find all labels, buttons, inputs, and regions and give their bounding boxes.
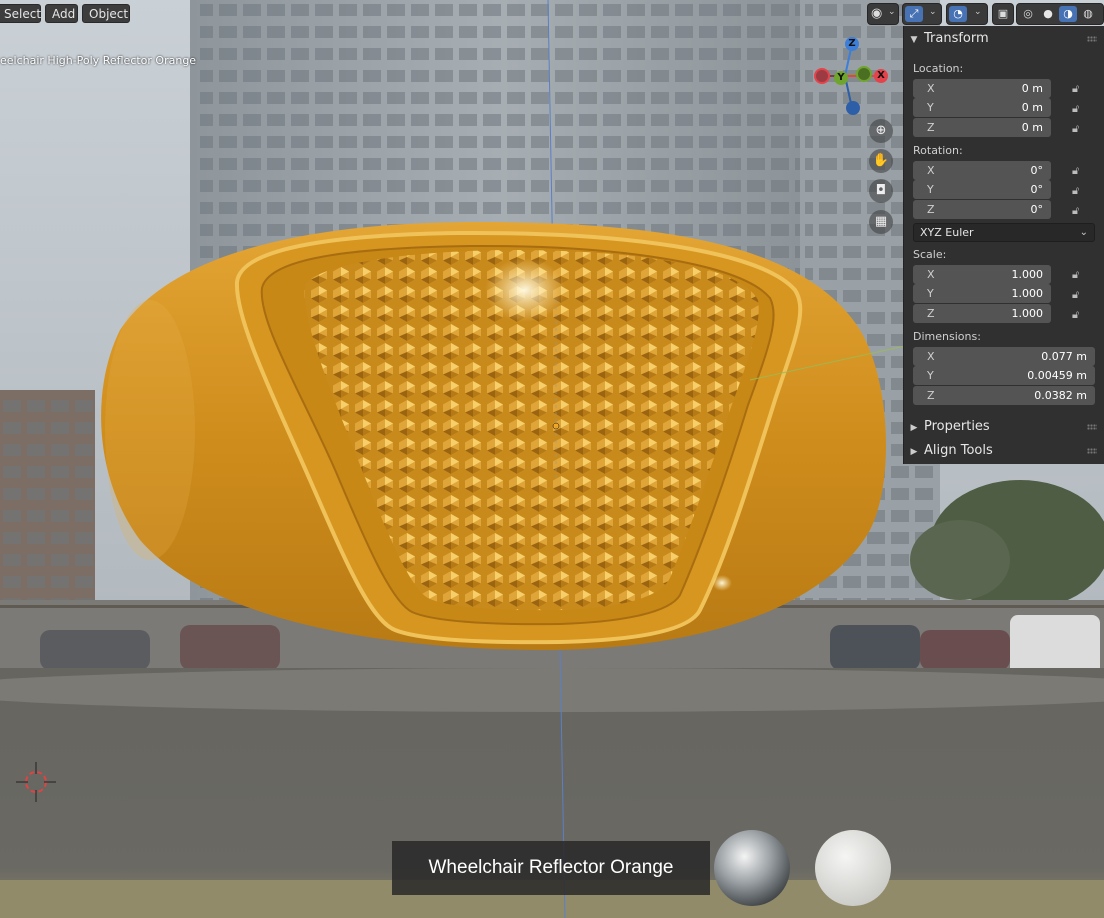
rotation-z-field[interactable]: Z 0° bbox=[913, 200, 1051, 219]
sidebar-n-panel: ▼ Transform Location: X 0 m Y 0 m Z 0 m 🔓︎ 🔓… bbox=[903, 26, 1104, 464]
collapsed-triangle-icon: ▶ bbox=[910, 423, 918, 433]
zoom-icon[interactable]: ⊕ bbox=[869, 119, 893, 143]
transform-title: Transform bbox=[924, 31, 989, 46]
material-preview-shading-icon[interactable]: ◑ bbox=[1059, 6, 1077, 22]
axis-label: X bbox=[927, 268, 935, 281]
align-tools-title: Align Tools bbox=[924, 443, 993, 458]
solid-shading-icon[interactable]: ● bbox=[1039, 6, 1057, 22]
axis-label: Y bbox=[927, 183, 934, 196]
field-value: 0 m bbox=[1021, 121, 1043, 134]
select-menu[interactable]: Select bbox=[0, 4, 41, 23]
axis-label: Z bbox=[927, 203, 935, 216]
location-z-field[interactable]: Z 0 m bbox=[913, 118, 1051, 137]
field-value: 0.0382 m bbox=[1034, 389, 1087, 402]
material-title-overlay: Wheelchair Reflector Orange bbox=[392, 841, 710, 895]
location-y-field[interactable]: Y 0 m bbox=[913, 98, 1051, 117]
xray-icon[interactable]: ▣ bbox=[994, 6, 1012, 22]
lock-icon[interactable]: 🔓︎ bbox=[1072, 288, 1086, 302]
dimensions-z-field[interactable]: Z 0.0382 m bbox=[913, 386, 1095, 405]
axis-label: Z bbox=[927, 307, 935, 320]
lock-icon[interactable]: 🔓︎ bbox=[1072, 204, 1086, 218]
drag-grip-icon[interactable] bbox=[1087, 424, 1097, 430]
rotation-y-field[interactable]: Y 0° bbox=[913, 180, 1051, 199]
field-value: 1.000 bbox=[1011, 268, 1044, 281]
rotation-mode-value: XYZ Euler bbox=[920, 226, 974, 239]
gizmo-z-axis[interactable]: Z bbox=[845, 37, 859, 51]
axis-label: X bbox=[927, 164, 935, 177]
rotation-x-field[interactable]: X 0° bbox=[913, 161, 1051, 180]
rotation-label: Rotation: bbox=[913, 144, 963, 157]
chevron-down-icon[interactable]: ⌄ bbox=[974, 7, 982, 17]
field-value: 0° bbox=[1030, 203, 1044, 216]
gizmo-y-axis[interactable]: Y bbox=[834, 71, 848, 85]
xray-toggle[interactable]: ▣ bbox=[992, 3, 1014, 25]
drag-grip-icon[interactable] bbox=[1087, 36, 1097, 42]
lock-icon[interactable]: 🔓︎ bbox=[1072, 268, 1086, 282]
shading-mode-group[interactable]: ◎ ● ◑ ◍ bbox=[1016, 3, 1104, 25]
field-value: 1.000 bbox=[1011, 287, 1044, 300]
hdri-chrome-sphere bbox=[714, 830, 790, 906]
navigation-gizmo[interactable]: Z Y X bbox=[808, 34, 898, 120]
axis-label: Y bbox=[927, 287, 934, 300]
dimensions-y-field[interactable]: Y 0.00459 m bbox=[913, 366, 1095, 385]
eye-icon: ◉ bbox=[871, 6, 883, 21]
scale-y-field[interactable]: Y 1.000 bbox=[913, 284, 1051, 303]
location-label: Location: bbox=[913, 62, 964, 75]
overlays-toggle-group[interactable]: ◔ ⌄ bbox=[946, 3, 988, 25]
lock-icon[interactable]: 🔓︎ bbox=[1072, 122, 1086, 136]
field-value: 0° bbox=[1030, 164, 1044, 177]
field-value: 0.077 m bbox=[1041, 350, 1087, 363]
object-menu[interactable]: Object bbox=[82, 4, 130, 23]
field-value: 0.00459 m bbox=[1027, 369, 1087, 382]
location-x-field[interactable]: X 0 m bbox=[913, 79, 1051, 98]
expanded-triangle-icon: ▼ bbox=[910, 35, 918, 45]
field-value: 1.000 bbox=[1011, 307, 1044, 320]
align-tools-panel-header[interactable]: ▶ Align Tools bbox=[904, 439, 1104, 463]
overlays-icon[interactable]: ◔ bbox=[949, 6, 967, 22]
axis-label: Z bbox=[927, 121, 935, 134]
chevron-down-icon: ⌄ bbox=[888, 7, 896, 17]
lock-icon[interactable]: 🔓︎ bbox=[1072, 308, 1086, 322]
field-value: 0 m bbox=[1021, 101, 1043, 114]
hdri-diffuse-sphere bbox=[815, 830, 891, 906]
gizmo-x-axis[interactable]: X bbox=[874, 69, 888, 83]
collapsed-triangle-icon: ▶ bbox=[910, 447, 918, 457]
object-name-overlay: eelchair High-Poly Reflector Orange bbox=[0, 54, 197, 67]
camera-icon[interactable]: ◘ bbox=[869, 179, 893, 203]
properties-title: Properties bbox=[924, 419, 990, 434]
axis-label: Y bbox=[927, 369, 934, 382]
lock-icon[interactable]: 🔓︎ bbox=[1072, 164, 1086, 178]
properties-panel-header[interactable]: ▶ Properties bbox=[904, 415, 1104, 439]
axis-label: X bbox=[927, 82, 935, 95]
reflector-object bbox=[101, 222, 887, 650]
scale-x-field[interactable]: X 1.000 bbox=[913, 265, 1051, 284]
lock-icon[interactable]: 🔓︎ bbox=[1072, 102, 1086, 116]
dimensions-label: Dimensions: bbox=[913, 330, 981, 343]
axis-label: Y bbox=[927, 101, 934, 114]
scale-label: Scale: bbox=[913, 248, 947, 261]
hand-pan-icon[interactable]: ✋ bbox=[869, 149, 893, 173]
rendered-shading-icon[interactable]: ◍ bbox=[1079, 6, 1097, 22]
perspective-grid-icon[interactable]: ▦ bbox=[869, 210, 893, 234]
gizmo-toggle-group[interactable]: ⤢ ⌄ bbox=[902, 3, 942, 25]
add-menu[interactable]: Add bbox=[45, 4, 78, 23]
chevron-down-icon[interactable]: ⌄ bbox=[929, 7, 937, 17]
field-value: 0° bbox=[1030, 183, 1044, 196]
lock-icon[interactable]: 🔓︎ bbox=[1072, 82, 1086, 96]
transform-panel-header[interactable]: ▼ Transform bbox=[904, 27, 1104, 51]
3d-viewport[interactable]: Select Add Object eelchair High-Poly Ref… bbox=[0, 0, 1104, 918]
gizmo-icon[interactable]: ⤢ bbox=[905, 6, 923, 22]
visibility-toggle[interactable]: ◉ ⌄ bbox=[867, 3, 899, 25]
dimensions-x-field[interactable]: X 0.077 m bbox=[913, 347, 1095, 366]
axis-label: Z bbox=[927, 389, 935, 402]
axis-label: X bbox=[927, 350, 935, 363]
lock-icon[interactable]: 🔓︎ bbox=[1072, 184, 1086, 198]
chevron-down-icon: ⌄ bbox=[1079, 227, 1088, 238]
drag-grip-icon[interactable] bbox=[1087, 448, 1097, 454]
field-value: 0 m bbox=[1021, 82, 1043, 95]
rotation-mode-select[interactable]: XYZ Euler ⌄ bbox=[913, 223, 1095, 242]
wireframe-shading-icon[interactable]: ◎ bbox=[1019, 6, 1037, 22]
scale-z-field[interactable]: Z 1.000 bbox=[913, 304, 1051, 323]
